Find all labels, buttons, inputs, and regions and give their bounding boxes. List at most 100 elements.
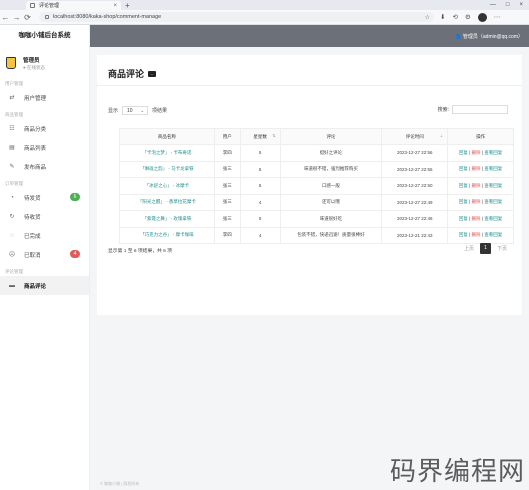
history-icon[interactable]: ⟲: [452, 13, 457, 21]
tab-close-icon[interactable]: ×: [113, 3, 117, 9]
sidebar-item-label: 商品评论: [24, 283, 47, 290]
main-content: 商品评论 … 显示 10 ⌄ 项结果 搜索: 商品名称 用户 星星数 ⇅ 评论: [90, 47, 529, 490]
delete-link[interactable]: 删除: [472, 216, 481, 221]
sidebar-item-user-manage[interactable]: ⇄ 用户管理: [0, 88, 89, 107]
separator: |: [481, 232, 483, 238]
table-header-row: 商品名称 用户 星星数 ⇅ 评论 评论时间 ⇣ 操作: [119, 128, 514, 145]
settings-icon[interactable]: ⚙: [465, 13, 471, 21]
table-row: 「巧克力之谷」 - 摩卡咖啡 李四 4 包装不错，快递迅速！质量很棒好 2023-12-…: [119, 226, 514, 244]
delete-link[interactable]: 删除: [472, 199, 481, 204]
view-reply-link[interactable]: 查看回复: [484, 166, 502, 171]
delete-link[interactable]: 删除: [472, 166, 481, 171]
sidebar-item-cancelled[interactable]: ☹ 已取消 4: [0, 245, 89, 264]
sidebar-item-to-receive[interactable]: ↻ 待收货: [0, 207, 89, 226]
sidebar-item-label: 待发货: [24, 195, 41, 202]
back-icon[interactable]: ←: [0, 13, 11, 22]
count-badge: 6: [70, 193, 80, 201]
browser-tools: ⬇ ⟲ ⚙ ⋯: [440, 12, 501, 22]
tab-title: 评论管理: [39, 3, 60, 9]
forward-icon[interactable]: →: [11, 13, 22, 22]
address-bar[interactable]: localhost:8080/kaka-shop/comment-manage …: [39, 12, 434, 22]
view-reply-link[interactable]: 查看回复: [484, 216, 502, 221]
search-input[interactable]: [452, 105, 508, 114]
browser-tab[interactable]: 评论管理 ×: [26, 1, 121, 10]
sidebar-item-label: 用户管理: [24, 95, 47, 102]
reload-icon[interactable]: ⟳: [22, 13, 33, 22]
table-row: 「琳珑之韵」 - 马卡龙拿铁 张三 5 味道很不错，强烈推荐购买 2023-12-27 …: [119, 160, 514, 178]
col-label: 评论: [326, 133, 336, 139]
view-reply-link[interactable]: 查看回复: [484, 199, 502, 204]
download-icon[interactable]: ⬇: [440, 13, 445, 21]
delete-link[interactable]: 删除: [472, 150, 481, 155]
top-bar: 👤 管理员（admin@qq.com）: [90, 25, 529, 47]
divider: [97, 85, 522, 86]
product-name-cell[interactable]: 「阳光之醒」 - 香草拉花摩卡: [119, 193, 215, 211]
maximize-button[interactable]: □: [506, 2, 510, 8]
admin-user-menu[interactable]: 👤 管理员（admin@qq.com）: [455, 33, 523, 40]
next-page-button[interactable]: 下页: [494, 245, 510, 252]
comment-cell: 包装不错，快递迅速！质量很棒好: [279, 226, 383, 244]
user-cell: 张三: [213, 210, 241, 228]
stars-cell: 5: [239, 160, 281, 178]
current-page-button[interactable]: 1: [479, 243, 491, 254]
delete-link[interactable]: 删除: [472, 232, 481, 237]
actions-cell: 回复 | 删除 | 查看回复: [447, 160, 514, 178]
brand-title: 咖咖小铺后台系统: [18, 32, 71, 39]
view-reply-link[interactable]: 查看回复: [484, 232, 502, 237]
reply-link[interactable]: 回复: [459, 166, 468, 171]
product-name-cell[interactable]: 「冰舒之心」 - 冰摩卡: [119, 177, 215, 195]
users-icon: ⇄: [9, 95, 15, 101]
col-header-comment[interactable]: 评论: [279, 128, 383, 145]
search-control: 搜索:: [438, 105, 508, 114]
product-name-cell[interactable]: 「琳珑之韵」 - 马卡龙拿铁: [119, 160, 215, 178]
col-header-time[interactable]: 评论时间 ⇣: [381, 128, 449, 145]
more-menu-icon[interactable]: ⋯: [494, 13, 501, 21]
sidebar-item-category[interactable]: ☷ 商品分类: [0, 119, 89, 138]
menu-group-products: 商品管理: [5, 112, 23, 117]
bookmark-star-icon[interactable]: ☆: [425, 14, 430, 21]
results-label: 项结果: [152, 108, 168, 114]
col-header-stars[interactable]: 星星数 ⇅: [239, 128, 281, 145]
separator: |: [469, 149, 471, 155]
minimize-button[interactable]: —: [490, 2, 496, 8]
delete-link[interactable]: 删除: [472, 183, 481, 188]
page-size-select[interactable]: 10 ⌄: [122, 106, 149, 115]
stars-cell: 4: [239, 226, 281, 244]
profile-avatar[interactable]: [477, 12, 487, 22]
sidebar-item-product-list[interactable]: ▤ 商品列表: [0, 138, 89, 157]
user-cell: 张三: [213, 160, 241, 178]
reply-link[interactable]: 回复: [459, 183, 468, 188]
view-reply-link[interactable]: 查看回复: [484, 183, 502, 188]
product-name-cell[interactable]: 「卡泡之梦」 - 卡布奇诺: [119, 144, 215, 162]
search-label: 搜索:: [437, 107, 449, 113]
sidebar-item-completed[interactable]: ◌ 已完成: [0, 226, 89, 245]
col-label: 评论时间: [405, 133, 424, 139]
col-header-product[interactable]: 商品名称: [119, 128, 215, 145]
reply-link[interactable]: 回复: [459, 232, 468, 237]
menu-group-comments: 评论管理: [5, 269, 23, 274]
new-tab-button[interactable]: +: [125, 1, 130, 10]
site-info-icon[interactable]: [45, 15, 49, 19]
view-reply-link[interactable]: 查看回复: [484, 150, 502, 155]
count-badge: 4: [70, 250, 80, 258]
time-cell: 2023-12-27 22:46: [381, 210, 449, 228]
sidebar-item-to-ship[interactable]: ◔ 待发货 6: [0, 188, 89, 207]
table-body: 「卡泡之梦」 - 卡布奇诺 李四 5 挺好之评论 2023-12-27 22:56 回复 …: [119, 144, 514, 244]
col-header-user[interactable]: 用户: [213, 128, 241, 145]
prev-page-button[interactable]: 上页: [461, 245, 477, 252]
page-size-control: 显示 10 ⌄ 项结果: [108, 106, 167, 115]
product-name-cell[interactable]: 「巧克力之谷」 - 摩卡咖啡: [119, 226, 215, 244]
page-size-value: 10: [127, 108, 133, 114]
sort-icon: ⇅: [272, 133, 276, 138]
comment-icon: ▬: [9, 282, 15, 289]
close-window-button[interactable]: ×: [519, 2, 523, 8]
product-name-cell[interactable]: 「紫霞之舞」 - 玫瑰拿铁: [119, 210, 215, 228]
separator: |: [469, 215, 471, 221]
sidebar-item-product-comments[interactable]: ▬ 商品评论: [0, 276, 89, 295]
reply-link[interactable]: 回复: [459, 216, 468, 221]
reply-link[interactable]: 回复: [459, 199, 468, 204]
reply-link[interactable]: 回复: [459, 150, 468, 155]
separator: |: [481, 199, 483, 205]
sidebar-item-publish[interactable]: ✎ 发布商品: [0, 157, 89, 176]
url-text: localhost:8080/kaka-shop/comment-manage: [53, 14, 162, 20]
